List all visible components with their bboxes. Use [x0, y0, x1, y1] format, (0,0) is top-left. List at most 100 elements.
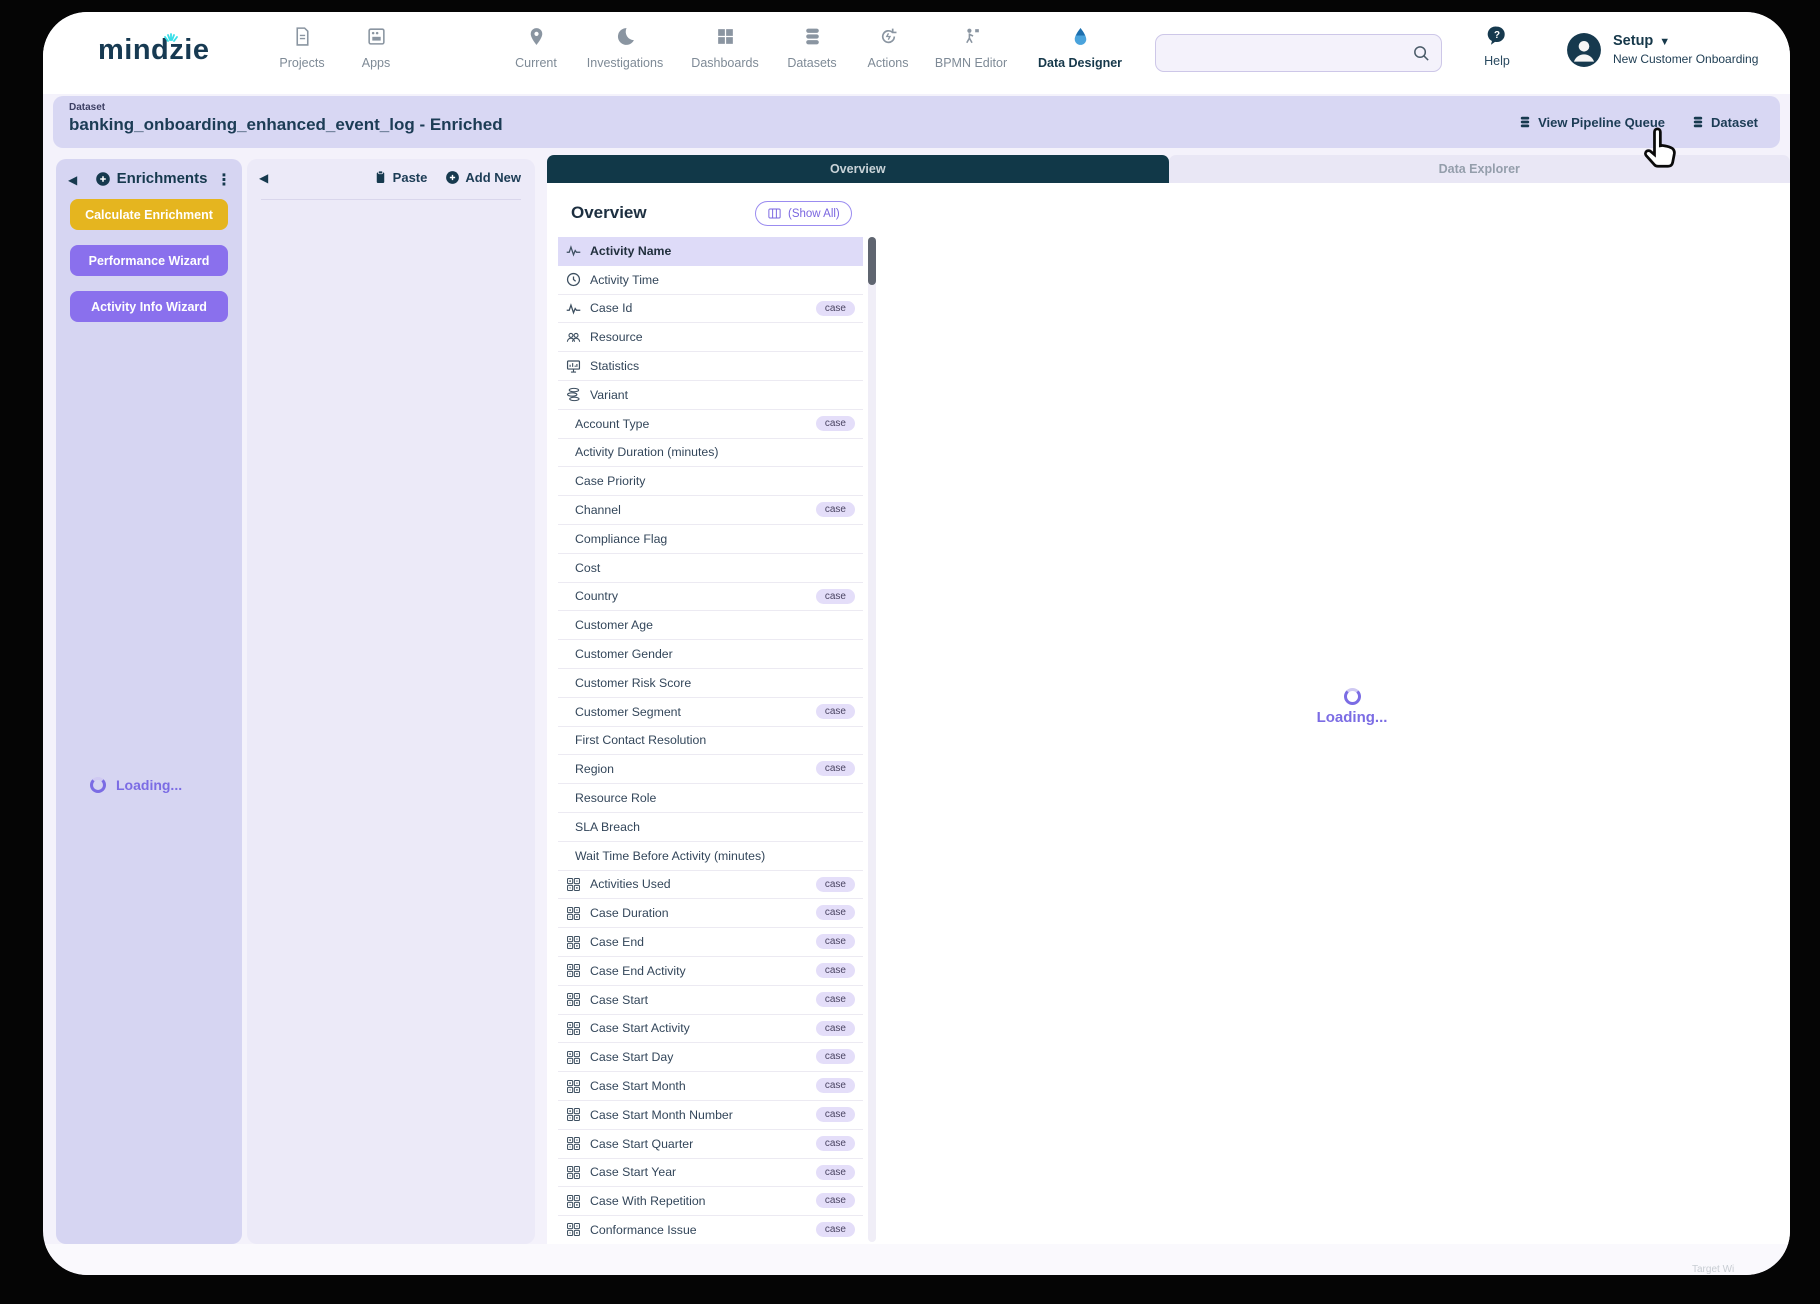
calculate-enrichment-button[interactable]: Calculate Enrichment [70, 199, 228, 230]
mindzie-logo[interactable]: mindzie [98, 33, 209, 67]
pipeline-header: ◀ Paste Add New [247, 167, 535, 195]
dataset-bar: Dataset banking_onboarding_enhanced_even… [53, 96, 1780, 148]
case-badge: case [815, 415, 855, 431]
field-label: Compliance Flag [575, 531, 668, 546]
field-row-compliance-flag[interactable]: Compliance Flag [558, 524, 863, 554]
field-row-first-contact-resolution[interactable]: First Contact Resolution [558, 726, 863, 756]
add-new-button[interactable]: Add New [445, 169, 521, 185]
people-icon [565, 329, 582, 346]
tab-data-explorer[interactable]: Data Explorer [1168, 155, 1790, 183]
field-label: Case Start Activity [590, 1021, 690, 1036]
field-label: Case Start Year [590, 1165, 677, 1180]
nav-item-investigations[interactable]: Investigations [567, 26, 683, 70]
grid-icon [565, 1106, 582, 1123]
field-row-case-start-day[interactable]: Case Start Day case [558, 1043, 863, 1073]
footer: mindzieprivacy policycontact us [43, 1244, 1790, 1275]
scrollbar-thumb[interactable] [868, 237, 876, 285]
field-row-case-with-repetition[interactable]: Case With Repetition case [558, 1187, 863, 1217]
tab-overview[interactable]: Overview [547, 155, 1169, 183]
help-label: Help [1484, 54, 1510, 68]
field-row-conformance-issue[interactable]: Conformance Issue case [558, 1216, 863, 1245]
refresh-icon [878, 26, 899, 47]
case-badge: case [815, 1078, 855, 1094]
tab-bar: Overview Data Explorer [547, 155, 1790, 183]
field-row-case-priority[interactable]: Case Priority [558, 467, 863, 497]
field-label: Case Start [590, 992, 649, 1007]
field-row-resource-role[interactable]: Resource Role [558, 784, 863, 813]
action-label: View Pipeline Queue [1538, 114, 1666, 130]
field-label: Statistics [590, 359, 640, 374]
clock-icon [565, 271, 582, 288]
global-search-input[interactable] [1168, 35, 1398, 71]
field-label: Resource [590, 330, 643, 345]
field-row-case-end-activity[interactable]: Case End Activity case [558, 956, 863, 986]
field-row-case-start-activity[interactable]: Case Start Activity case [558, 1014, 863, 1044]
field-row-activity-name[interactable]: Activity Name [558, 237, 863, 266]
collapse-left-icon[interactable]: ◀ [259, 171, 268, 185]
action-label: Dataset [1711, 114, 1758, 130]
help-button[interactable]: ? Help [1466, 25, 1528, 68]
field-row-sla-breach[interactable]: SLA Breach [558, 812, 863, 842]
field-row-variant[interactable]: Variant [558, 380, 863, 410]
field-row-customer-age[interactable]: Customer Age [558, 611, 863, 641]
case-badge: case [815, 1049, 855, 1065]
search-icon[interactable] [1412, 44, 1431, 68]
paste-button[interactable]: Paste [373, 169, 427, 185]
field-row-case-start-year[interactable]: Case Start Year case [558, 1158, 863, 1188]
field-row-statistics[interactable]: Statistics [558, 352, 863, 381]
dataset-eyebrow: Dataset [69, 102, 106, 113]
main-loading-text: Loading... [1316, 709, 1388, 726]
field-row-case-end[interactable]: Case End case [558, 928, 863, 957]
field-label: Case End [590, 935, 645, 950]
field-row-case-start-month[interactable]: Case Start Month case [558, 1072, 863, 1101]
field-row-customer-gender[interactable]: Customer Gender [558, 640, 863, 669]
plus-circle-icon[interactable] [95, 171, 111, 187]
performance-wizard-button[interactable]: Performance Wizard [70, 245, 228, 276]
field-row-resource[interactable]: Resource [558, 323, 863, 353]
field-row-customer-segment[interactable]: Customer Segment case [558, 697, 863, 727]
bpmn-icon [961, 26, 982, 47]
field-row-case-start-quarter[interactable]: Case Start Quarter case [558, 1129, 863, 1159]
field-row-wait-time-before-activity-minutes[interactable]: Wait Time Before Activity (minutes) [558, 841, 863, 871]
field-row-case-start[interactable]: Case Start case [558, 985, 863, 1015]
field-label: Customer Age [575, 618, 653, 633]
grid-icon [565, 962, 582, 979]
grid-icon [565, 1049, 582, 1066]
field-label: SLA Breach [575, 819, 640, 834]
enrichments-header: ◀ Enrichments ⋮ [56, 169, 242, 195]
kebab-menu-icon[interactable]: ⋮ [216, 170, 232, 190]
grid-icon [565, 876, 582, 893]
show-all-button[interactable]: (Show All) [755, 201, 852, 226]
field-row-channel[interactable]: Channel case [558, 496, 863, 525]
case-badge: case [815, 1193, 855, 1209]
sidebar-loading: Loading... [90, 777, 182, 793]
field-label: Country [575, 589, 619, 604]
nav-item-apps[interactable]: Apps [318, 26, 434, 70]
nav-item-bpmn-editor[interactable]: BPMN Editor [913, 26, 1029, 70]
field-row-cost[interactable]: Cost [558, 553, 863, 583]
svg-text:?: ? [1494, 30, 1500, 41]
field-row-case-start-month-number[interactable]: Case Start Month Number case [558, 1100, 863, 1130]
dataset-button[interactable]: Dataset [1691, 115, 1758, 130]
field-row-region[interactable]: Region case [558, 755, 863, 785]
view-pipeline-queue-button[interactable]: View Pipeline Queue [1518, 115, 1665, 130]
field-label: Case With Repetition [590, 1194, 706, 1209]
field-row-customer-risk-score[interactable]: Customer Risk Score [558, 668, 863, 698]
field-row-case-id[interactable]: Case Id case [558, 294, 863, 324]
nav-item-data-designer[interactable]: Data Designer [1022, 26, 1138, 70]
corner-text: Target Wi [1692, 1264, 1735, 1275]
field-row-country[interactable]: Country case [558, 582, 863, 612]
spinner-icon [1343, 688, 1361, 705]
user-menu[interactable]: Setup ▼ New Customer Onboarding [1566, 32, 1758, 68]
activity-info-wizard-button[interactable]: Activity Info Wizard [70, 291, 228, 322]
field-row-activities-used[interactable]: Activities Used case [558, 870, 863, 900]
field-row-activity-duration-minutes[interactable]: Activity Duration (minutes) [558, 438, 863, 468]
field-label: Conformance Issue [590, 1222, 697, 1237]
chevron-down-icon: ▼ [1659, 36, 1671, 48]
field-row-activity-time[interactable]: Activity Time [558, 265, 863, 295]
field-row-case-duration[interactable]: Case Duration case [558, 899, 863, 929]
grid-icon [565, 1164, 582, 1181]
field-row-account-type[interactable]: Account Type case [558, 409, 863, 439]
divider [261, 199, 521, 200]
collapse-left-icon[interactable]: ◀ [68, 173, 77, 187]
